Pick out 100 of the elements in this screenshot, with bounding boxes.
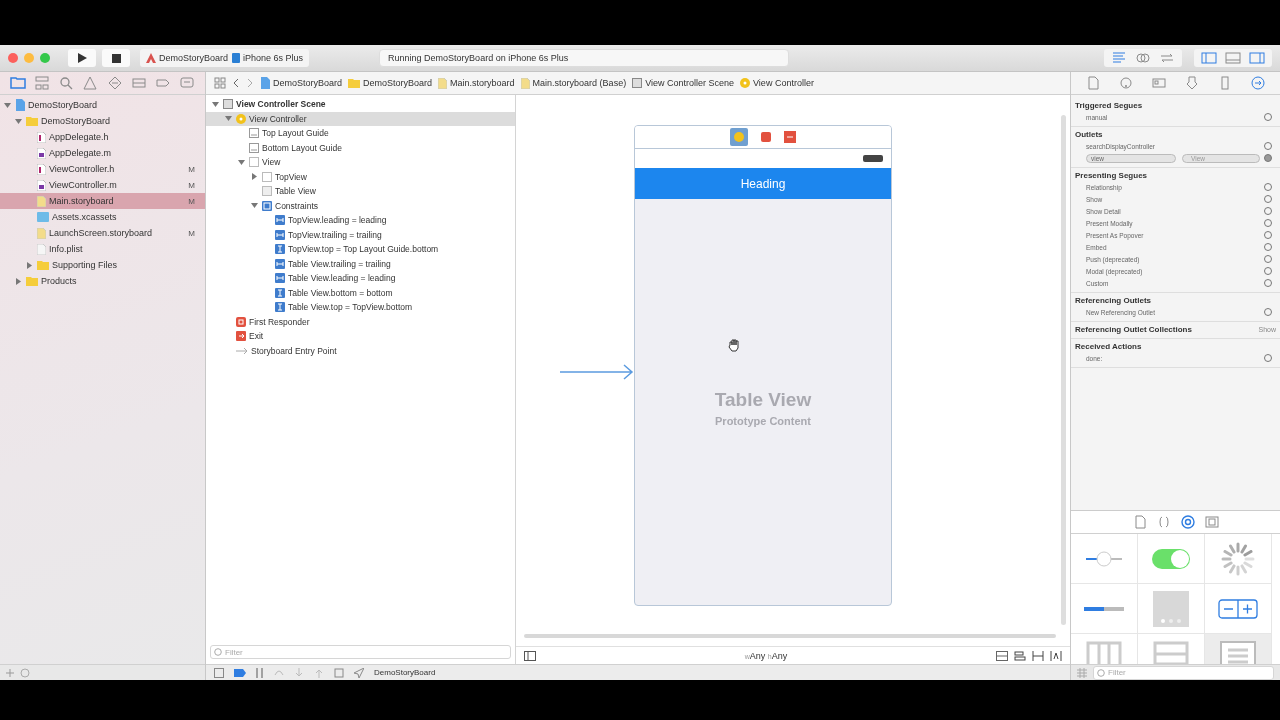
left-panel-icon[interactable] <box>1198 50 1220 66</box>
file-navigator-item[interactable]: Products <box>0 273 205 289</box>
library-item[interactable] <box>1138 534 1205 584</box>
outline-item[interactable]: TopView.leading = leading <box>206 213 515 228</box>
step-over-icon[interactable] <box>274 667 284 678</box>
scrollbar[interactable] <box>524 634 1056 638</box>
target-icon[interactable] <box>1178 513 1197 531</box>
outline-item[interactable]: First Responder <box>206 314 515 329</box>
disclosure-triangle-icon[interactable] <box>237 158 245 166</box>
step-out-icon[interactable] <box>314 667 324 678</box>
sidebar-icon[interactable] <box>524 650 536 661</box>
outline-item[interactable]: Constraints <box>206 198 515 213</box>
align-icon[interactable] <box>1014 650 1026 661</box>
back-icon[interactable] <box>232 78 240 88</box>
disclosure-triangle-icon[interactable] <box>14 277 22 285</box>
file-navigator-item[interactable]: ViewController.h M <box>0 161 205 177</box>
connection-circle[interactable] <box>1264 154 1272 162</box>
file-navigator-item[interactable]: LaunchScreen.storyboard M <box>0 225 205 241</box>
disclosure-triangle-icon[interactable] <box>250 202 258 210</box>
resolve-icon[interactable] <box>1050 650 1062 661</box>
zoom-button[interactable] <box>40 53 50 63</box>
disclosure-triangle-icon[interactable] <box>3 101 11 109</box>
exit-icon[interactable] <box>784 131 796 143</box>
breadcrumb-item[interactable]: View Controller Scene <box>632 78 735 88</box>
scheme-selector[interactable]: DemoStoryBoard iPhone 6s Plus <box>140 49 310 67</box>
file-navigator-item[interactable]: AppDelegate.h <box>0 129 205 145</box>
disclosure-triangle-icon[interactable] <box>25 261 33 269</box>
debug-target[interactable]: DemoStoryBoard <box>374 668 436 677</box>
file-navigator-item[interactable]: Assets.xcassets <box>0 209 205 225</box>
vertical-constraint-icon <box>275 244 285 255</box>
location-icon[interactable] <box>354 667 364 678</box>
breadcrumb-item[interactable]: DemoStoryBoard <box>260 77 343 89</box>
file-navigator-item[interactable]: DemoStoryBoard <box>0 113 205 129</box>
breakpoints-icon[interactable] <box>234 668 246 677</box>
outline-item[interactable]: Storyboard Entry Point <box>206 343 515 358</box>
file-navigator-item[interactable]: AppDelegate.m <box>0 145 205 161</box>
breadcrumb-item[interactable]: Main.storyboard <box>438 77 515 89</box>
outline-item[interactable]: Table View.leading = leading <box>206 271 515 286</box>
outline-item[interactable]: TopView.top = Top Layout Guide.bottom <box>206 242 515 257</box>
scrollbar[interactable] <box>1061 115 1066 625</box>
outline-item[interactable]: TopView.trailing = trailing <box>206 227 515 242</box>
folder-icon[interactable] <box>9 74 28 92</box>
file-navigator-item[interactable]: Supporting Files <box>0 257 205 273</box>
stack-icon[interactable] <box>996 650 1008 661</box>
outline-item[interactable]: Table View.top = TopView.bottom <box>206 300 515 315</box>
pin-icon[interactable] <box>1032 650 1044 661</box>
filter-input[interactable]: Filter <box>225 647 507 657</box>
outline-item[interactable]: Exit <box>206 329 515 344</box>
file-navigator-item[interactable]: ViewController.m M <box>0 177 205 193</box>
step-in-icon[interactable] <box>294 667 304 678</box>
breadcrumb-item[interactable]: Main.storyboard (Base) <box>520 77 627 89</box>
arrow-icon <box>236 345 248 356</box>
film-icon[interactable] <box>1202 513 1221 531</box>
layout-guide-icon <box>249 142 259 153</box>
folder-icon <box>348 78 361 88</box>
outline-item[interactable]: Top Layout Guide <box>206 126 515 141</box>
forward-icon[interactable] <box>246 78 254 88</box>
bottom-panel-icon[interactable] <box>1222 50 1244 66</box>
pause-icon[interactable] <box>256 667 264 678</box>
disclosure-triangle-icon[interactable] <box>14 117 22 125</box>
filter-field[interactable]: Filter <box>210 645 511 659</box>
project-icon <box>15 99 25 111</box>
grid-icon[interactable] <box>214 77 226 89</box>
outline-item[interactable]: Table View.bottom = bottom <box>206 285 515 300</box>
outline-item[interactable]: View Controller Scene <box>206 97 515 112</box>
scene-icon <box>632 78 643 88</box>
file-navigator-item[interactable]: Main.storyboard M <box>0 193 205 209</box>
library-item[interactable] <box>1205 584 1272 634</box>
warning-icon[interactable] <box>81 74 100 92</box>
right-panel-icon[interactable] <box>1246 50 1268 66</box>
plus-icon[interactable] <box>6 668 14 677</box>
stop-button[interactable] <box>102 49 130 67</box>
library-item[interactable] <box>1071 584 1138 634</box>
outline-item[interactable]: View <box>206 155 515 170</box>
view-controller-icon[interactable] <box>730 128 748 146</box>
hierarchy-icon[interactable] <box>33 74 52 92</box>
outline-item[interactable]: Table View.trailing = trailing <box>206 256 515 271</box>
cube-icon[interactable] <box>760 131 772 143</box>
disclosure-triangle-icon[interactable] <box>211 100 219 108</box>
outline-item[interactable]: Table View <box>206 184 515 199</box>
minimize-button[interactable] <box>24 53 34 63</box>
breadcrumb-item[interactable]: View Controller <box>740 78 814 88</box>
outline-item[interactable]: Bottom Layout Guide <box>206 140 515 155</box>
hide-debug-icon[interactable] <box>214 667 224 678</box>
close-button[interactable] <box>8 53 18 63</box>
section-title: Referencing Outlet Collections <box>1075 324 1192 334</box>
outline-item[interactable]: View Controller <box>206 111 515 126</box>
horizontal-constraint-icon <box>275 229 285 240</box>
run-button[interactable] <box>68 49 96 67</box>
library-item[interactable] <box>1205 534 1272 584</box>
disclosure-triangle-icon[interactable] <box>224 115 232 123</box>
file-navigator-item[interactable]: Info.plist <box>0 241 205 257</box>
view-debug-icon[interactable] <box>334 667 344 678</box>
breadcrumb-item[interactable]: DemoStoryBoard <box>348 78 433 88</box>
file-navigator-item[interactable]: DemoStoryBoard <box>0 97 205 113</box>
disclosure-triangle-icon[interactable] <box>250 173 258 181</box>
view-icon <box>249 157 259 168</box>
arrow-circle-icon[interactable] <box>1248 74 1267 92</box>
outline-item[interactable]: TopView <box>206 169 515 184</box>
grid-icon[interactable] <box>1077 667 1087 678</box>
